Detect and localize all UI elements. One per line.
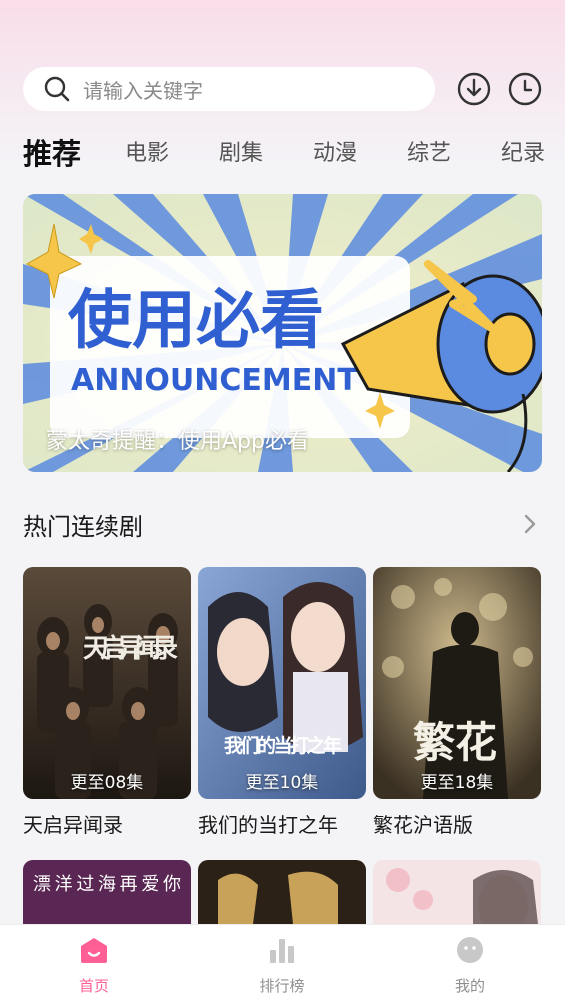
poster-title-art: 天启异闻录 — [83, 633, 178, 664]
poster-title-art: 我们的当打之年 — [224, 734, 342, 757]
show-title: 天启异闻录 — [23, 813, 123, 837]
nav-label: 排行榜 — [259, 977, 305, 995]
download-icon[interactable] — [457, 72, 491, 106]
episode-count: 更至10集 — [245, 773, 319, 793]
tab-recommend[interactable]: 推荐 — [23, 132, 81, 176]
nav-ranking[interactable]: 排行榜 — [222, 925, 342, 1004]
tab-movies[interactable]: 电影 — [125, 132, 169, 176]
search-icon — [44, 76, 70, 102]
bottom-nav: 首页 排行榜 我的 — [0, 924, 565, 1004]
show-card[interactable]: 天启异闻录 更至08集 天启异闻录 — [23, 567, 191, 838]
episode-count: 更至18集 — [420, 773, 494, 793]
show-card[interactable] — [198, 860, 366, 924]
poster-artwork — [198, 860, 366, 924]
poster-artwork — [373, 860, 541, 924]
home-icon — [81, 938, 107, 963]
category-tabs: 推荐 电影 剧集 动漫 综艺 纪录 — [0, 132, 565, 176]
poster-artwork: 繁花 — [373, 567, 541, 799]
nav-label: 我的 — [454, 977, 485, 995]
section-title: 热门连续剧 — [23, 513, 143, 541]
show-card[interactable] — [373, 860, 541, 924]
poster-artwork: 我们的当打之年 — [198, 567, 366, 799]
poster-artwork: 天启异闻录 — [23, 567, 191, 799]
nav-home[interactable]: 首页 — [34, 925, 154, 1004]
episode-count: 更至08集 — [70, 773, 144, 793]
clock-icon[interactable] — [508, 72, 542, 106]
nav-profile[interactable]: 我的 — [410, 925, 530, 1004]
show-poster[interactable]: 繁花 更至18集 — [373, 567, 541, 799]
announcement-banner[interactable]: 使用必看 ANNOUNCEMENT 蒙太奇提醒：使用App必看 — [23, 194, 542, 472]
banner-caption: 蒙太奇提醒：使用App必看 — [46, 429, 309, 454]
show-poster[interactable]: 我们的当打之年 更至10集 — [198, 567, 366, 799]
tab-documentary[interactable]: 纪录 — [501, 132, 545, 176]
show-card[interactable]: 我们的当打之年 更至10集 我们的当打之年 — [198, 567, 366, 838]
nav-label: 首页 — [78, 977, 109, 995]
search-placeholder: 请输入关键字 — [83, 78, 203, 103]
profile-icon — [457, 937, 483, 963]
show-card[interactable]: 漂洋过海再爱你 — [23, 860, 191, 924]
show-title: 繁花沪语版 — [373, 813, 473, 837]
search-input[interactable]: 请输入关键字 — [23, 67, 435, 111]
banner-headline: 使用必看 — [68, 284, 324, 358]
bar-chart-icon — [270, 939, 294, 963]
poster-artwork: 漂洋过海再爱你 — [23, 860, 191, 924]
banner-subheadline: ANNOUNCEMENT — [71, 363, 358, 398]
tab-variety[interactable]: 综艺 — [407, 132, 451, 176]
show-poster[interactable]: 天启异闻录 更至08集 — [23, 567, 191, 799]
chevron-right-icon[interactable] — [520, 512, 540, 536]
tab-series[interactable]: 剧集 — [219, 132, 263, 176]
show-title: 我们的当打之年 — [198, 813, 338, 837]
poster-title-art: 漂洋过海再爱你 — [33, 874, 181, 895]
show-card[interactable]: 繁花 更至18集 繁花沪语版 — [373, 567, 541, 838]
poster-title-art: 繁花 — [413, 718, 497, 767]
tab-anime[interactable]: 动漫 — [313, 132, 357, 176]
